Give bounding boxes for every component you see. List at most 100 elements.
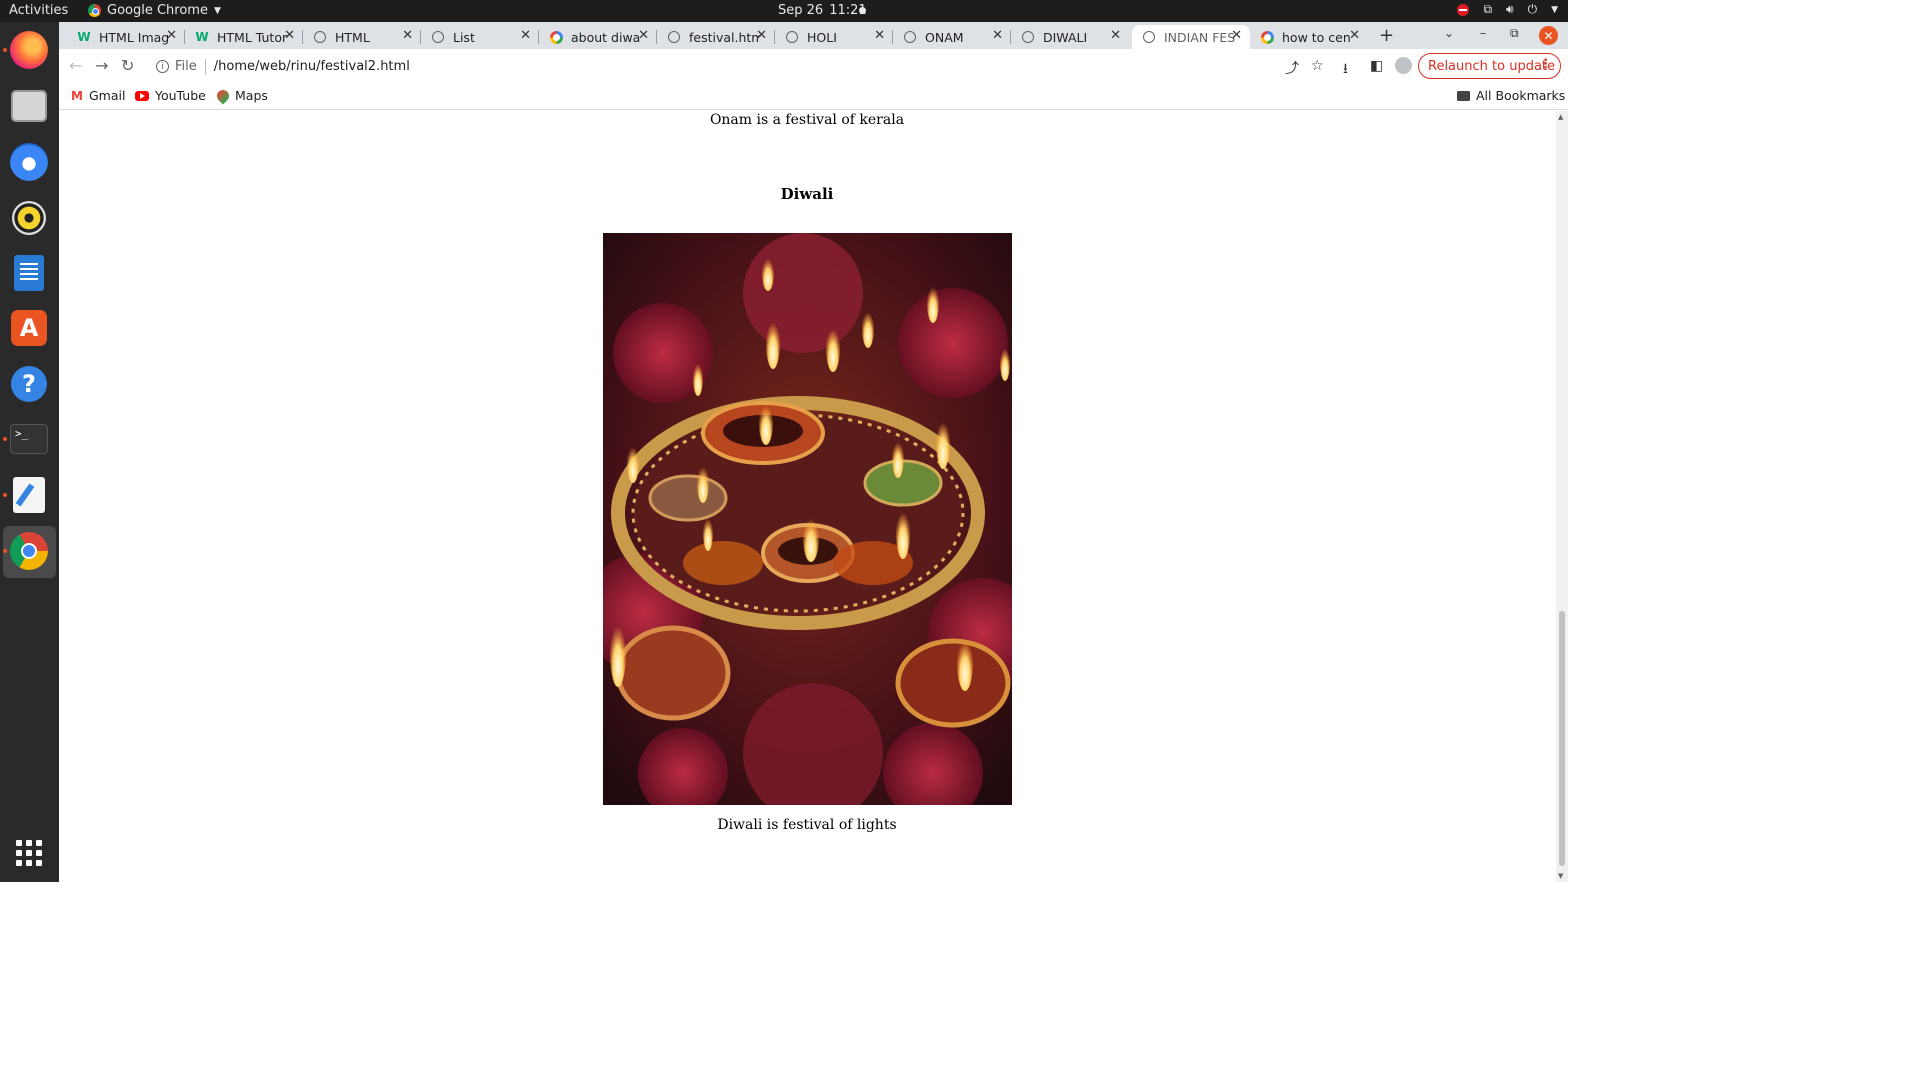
- tab-html-images[interactable]: W HTML Imag ✕: [67, 25, 185, 49]
- app-store-icon: A: [11, 310, 47, 346]
- w3schools-icon: W: [77, 30, 91, 44]
- dock-item-terminal[interactable]: >_: [3, 418, 50, 460]
- do-not-disturb-icon: [1457, 3, 1470, 16]
- close-icon[interactable]: ✕: [1349, 28, 1360, 43]
- writer-icon: [14, 255, 44, 291]
- share-icon[interactable]: ⤴: [1285, 58, 1299, 78]
- window-close-button[interactable]: ✕: [1539, 26, 1558, 45]
- reload-button[interactable]: ↻: [121, 56, 134, 75]
- close-icon[interactable]: ✕: [284, 28, 295, 43]
- close-icon[interactable]: ✕: [520, 28, 531, 43]
- tab-about-diwali[interactable]: about diwa ✕: [539, 25, 657, 49]
- tab-search-icon[interactable]: ⌄: [1444, 26, 1454, 40]
- diya-illustration: [603, 233, 1012, 805]
- url-scheme-label: File: [175, 59, 197, 74]
- chevron-down-icon: ▼: [1551, 4, 1558, 15]
- firefox-icon: [10, 31, 48, 69]
- tab-title: HOLI: [807, 29, 837, 45]
- tab-holi[interactable]: HOLI ✕: [775, 25, 893, 49]
- url-text[interactable]: /home/web/rinu/festival2.html: [214, 59, 410, 74]
- running-indicator: [3, 437, 7, 441]
- app-menu[interactable]: Google Chrome ▼: [88, 3, 221, 18]
- download-icon[interactable]: ⭳: [1343, 58, 1348, 82]
- back-button[interactable]: ←: [69, 56, 82, 75]
- maximize-button[interactable]: ⧉: [1510, 26, 1519, 41]
- tab-html[interactable]: HTML ✕: [303, 25, 421, 49]
- tab-onam[interactable]: ONAM ✕: [893, 25, 1011, 49]
- tab-festival-html[interactable]: festival.htm ✕: [657, 25, 775, 49]
- globe-icon: [1021, 30, 1035, 44]
- tab-title: HTML: [335, 29, 370, 45]
- dock-item-thunderbird[interactable]: [8, 141, 50, 183]
- dock-item-rhythmbox[interactable]: [8, 197, 50, 239]
- globe-icon: [1142, 30, 1156, 44]
- forward-button[interactable]: →: [95, 56, 108, 75]
- tab-title: INDIAN FES: [1164, 29, 1236, 45]
- gmail-icon: M: [71, 88, 83, 103]
- tab-title: DIWALI: [1043, 29, 1088, 45]
- bookmark-star-icon[interactable]: ☆: [1311, 58, 1324, 74]
- close-icon[interactable]: ✕: [166, 28, 177, 43]
- system-tray[interactable]: ⧉ 🔊︎ ⏻ ▼: [1457, 2, 1558, 17]
- clock[interactable]: Sep 26 11:21: [778, 3, 867, 18]
- dock-item-writer[interactable]: [8, 252, 50, 294]
- close-icon[interactable]: ✕: [874, 28, 885, 43]
- maps-icon: [214, 87, 232, 104]
- files-icon: [11, 90, 47, 122]
- tab-diwali[interactable]: DIWALI ✕: [1011, 25, 1129, 49]
- dock-item-files[interactable]: [8, 85, 50, 127]
- new-tab-button[interactable]: +: [1379, 25, 1394, 46]
- globe-icon: [785, 30, 799, 44]
- relaunch-button[interactable]: Relaunch to update ⋮: [1418, 53, 1561, 79]
- browser-toolbar: ← → ↻ i File /home/web/rinu/festival2.ht…: [59, 49, 1568, 84]
- onam-caption: Onam is a festival of kerala: [709, 112, 905, 128]
- globe-icon: [431, 30, 445, 44]
- close-icon[interactable]: ✕: [756, 28, 767, 43]
- scroll-up-icon[interactable]: ▲: [1558, 113, 1563, 121]
- minimize-button[interactable]: –: [1480, 26, 1486, 40]
- tab-how-to-center[interactable]: how to cen ✕: [1250, 25, 1368, 49]
- dock-item-app-store[interactable]: A: [8, 307, 50, 349]
- address-bar[interactable]: i File /home/web/rinu/festival2.html: [147, 53, 1332, 80]
- chevron-down-icon: ▼: [213, 5, 221, 16]
- dock-item-text-editor[interactable]: [3, 474, 50, 516]
- tab-indian-festivals[interactable]: INDIAN FES ✕: [1132, 25, 1250, 49]
- side-panel-icon[interactable]: ◧: [1370, 58, 1383, 74]
- w3schools-icon: W: [195, 30, 209, 44]
- dock-item-firefox[interactable]: [3, 29, 50, 71]
- folder-icon: [1457, 90, 1470, 101]
- vertical-scrollbar[interactable]: ▲ ▼: [1556, 111, 1568, 882]
- dock: A ? >_: [0, 22, 59, 882]
- activities-button[interactable]: Activities: [9, 3, 68, 18]
- globe-icon: [903, 30, 917, 44]
- close-icon[interactable]: ✕: [638, 28, 649, 43]
- bookmark-maps[interactable]: Maps: [214, 87, 268, 104]
- all-bookmarks-button[interactable]: All Bookmarks: [1457, 88, 1565, 103]
- profile-avatar[interactable]: [1395, 57, 1412, 74]
- diwali-heading: Diwali: [780, 185, 834, 203]
- bookmark-youtube[interactable]: YouTube: [135, 88, 206, 103]
- running-indicator: [3, 493, 7, 497]
- close-icon[interactable]: ✕: [402, 28, 413, 43]
- tab-list[interactable]: List ✕: [421, 25, 539, 49]
- bookmark-gmail[interactable]: M Gmail: [71, 88, 125, 103]
- chrome-icon: [10, 532, 48, 570]
- close-icon[interactable]: ✕: [1110, 28, 1121, 43]
- show-apps-button[interactable]: [8, 832, 50, 874]
- tab-html-tutorial[interactable]: W HTML Tutor ✕: [185, 25, 303, 49]
- info-icon[interactable]: i: [156, 60, 169, 73]
- more-menu-icon[interactable]: ⋮: [1539, 57, 1552, 72]
- scrollbar-thumb[interactable]: [1559, 611, 1565, 866]
- thunderbird-icon: [10, 143, 48, 181]
- help-icon: ?: [11, 366, 47, 402]
- chrome-icon: [88, 4, 101, 17]
- scroll-down-icon[interactable]: ▼: [1558, 872, 1563, 880]
- dock-item-chrome[interactable]: [3, 530, 50, 572]
- tab-strip: W HTML Imag ✕ W HTML Tutor ✕ HTML ✕ List ✕ abo…: [59, 22, 1568, 49]
- tab-title: HTML Tutor: [217, 29, 288, 45]
- dock-item-help[interactable]: ?: [8, 363, 50, 405]
- close-icon[interactable]: ✕: [992, 28, 1003, 43]
- tab-title: about diwa: [571, 29, 641, 45]
- close-icon[interactable]: ✕: [1231, 28, 1242, 43]
- notification-dot-icon: [859, 7, 866, 14]
